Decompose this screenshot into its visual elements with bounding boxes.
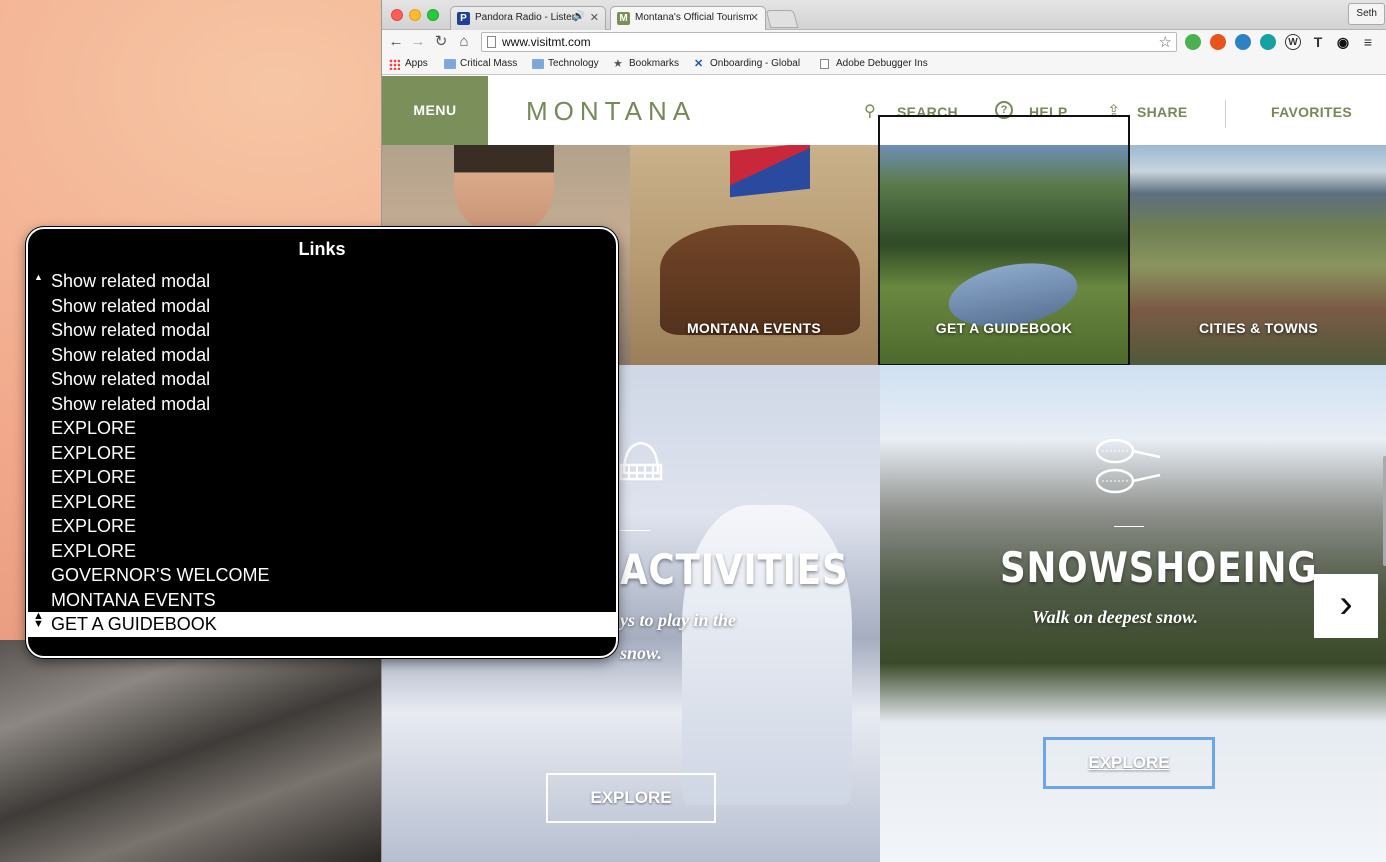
tile-get-a-guidebook[interactable]: GET A GUIDEBOOK <box>878 145 1130 365</box>
window-close-button[interactable] <box>391 9 403 21</box>
winter-subtitle-line1: ys to play in the <box>620 610 736 630</box>
rotor-link-item[interactable]: Show related modal <box>28 367 616 392</box>
tab-pandora[interactable]: P Pandora Radio - Listen 🔊 ✕ <box>450 6 606 30</box>
extension-globe-icon[interactable] <box>1235 34 1251 50</box>
folder-icon <box>444 59 456 69</box>
tab-close-icon[interactable]: ✕ <box>590 11 599 24</box>
pandora-favicon-icon: P <box>457 12 470 25</box>
rotor-link-item[interactable]: EXPLORE <box>28 514 616 539</box>
tile-label: MONTANA EVENTS <box>686 320 822 336</box>
share-icon: ⇪ <box>1107 103 1121 120</box>
tab-title: Pandora Radio - Listen <box>475 12 578 23</box>
forward-arrow-icon[interactable]: → <box>409 33 427 51</box>
apps-grid-icon <box>389 59 400 70</box>
menu-button[interactable]: MENU <box>382 76 488 145</box>
montana-logo[interactable]: MONTANA <box>526 96 696 127</box>
help-link[interactable]: HELP <box>1029 104 1068 120</box>
next-slide-button[interactable]: › <box>1314 574 1378 638</box>
extension-evernote-icon[interactable] <box>1185 34 1201 50</box>
rotor-link-item[interactable]: Show related modal <box>28 269 616 294</box>
page-icon <box>820 59 829 69</box>
rotor-link-item-selected[interactable]: GET A GUIDEBOOK <box>28 612 616 637</box>
page-icon <box>487 36 496 48</box>
panel-snowshoeing: SNOWSHOEING Walk on deepest snow. EXPLOR… <box>880 365 1386 862</box>
tab-title: Montana's Official Tourism <box>635 12 752 23</box>
montana-favicon-icon: M <box>617 12 630 25</box>
rotor-link-item[interactable]: GOVERNOR'S WELCOME <box>28 563 616 588</box>
snowshoe-subtitle: Walk on deepest snow. <box>1032 607 1199 627</box>
browser-toolbar: ← → ↻ ⌂ www.visitmt.com ☆ W T ◉ ≡ <box>382 30 1386 55</box>
tile-label: GET A GUIDEBOOK <box>935 320 1073 336</box>
star-icon: ★ <box>613 58 623 70</box>
snowshoe-title: SNOWSHOEING <box>1000 543 1318 592</box>
rotor-link-item[interactable]: Show related modal <box>28 392 616 417</box>
bookmark-adobe-debugger[interactable]: Adobe Debugger Ins <box>820 58 928 69</box>
bookmark-star-icon[interactable]: ☆ <box>1159 33 1172 51</box>
extension-type-icon[interactable]: T <box>1310 34 1326 50</box>
chrome-menu-icon[interactable]: ≡ <box>1360 34 1376 50</box>
extension-chrome-icon[interactable] <box>1210 34 1226 50</box>
title-rule <box>620 530 650 531</box>
new-tab-button[interactable] <box>765 10 799 28</box>
wallpaper-rocks <box>0 640 382 862</box>
extension-eye-icon[interactable]: ◉ <box>1335 34 1351 50</box>
x-logo-icon: ✕ <box>694 58 704 70</box>
url-text: www.visitmt.com <box>502 35 591 49</box>
winter-hat-icon <box>619 441 663 481</box>
winter-explore-button[interactable]: EXPLORE <box>546 773 716 823</box>
rotor-link-item[interactable]: Show related modal <box>28 294 616 319</box>
bookmark-technology[interactable]: Technology <box>532 58 599 69</box>
tab-strip: P Pandora Radio - Listen 🔊 ✕ M Montana's… <box>382 0 1386 30</box>
profile-button[interactable]: Seth <box>1348 3 1385 25</box>
rotor-link-item[interactable]: EXPLORE <box>28 441 616 466</box>
help-icon: ? <box>995 101 1013 119</box>
reload-icon[interactable]: ↻ <box>432 33 450 51</box>
rotor-link-item[interactable]: EXPLORE <box>28 539 616 564</box>
voiceover-links-rotor: Links ▲ Show related modal Show related … <box>26 227 618 658</box>
winter-title: ACTIVITIES <box>620 545 849 594</box>
rotor-link-item[interactable]: Show related modal <box>28 343 616 368</box>
rotor-title: Links <box>298 239 346 259</box>
search-icon: ⚲ <box>864 103 876 120</box>
folder-icon <box>532 59 544 69</box>
flag-image <box>730 145 810 198</box>
bookmark-bookmarks[interactable]: ★ Bookmarks <box>613 58 679 70</box>
snowshoe-explore-button[interactable]: EXPLORE <box>1044 738 1214 788</box>
rotor-link-item[interactable]: EXPLORE <box>28 416 616 441</box>
rotor-link-item[interactable]: Show related modal <box>28 318 616 343</box>
header-divider <box>1225 100 1226 128</box>
rotor-link-item[interactable]: MONTANA EVENTS <box>28 588 616 613</box>
window-minimize-button[interactable] <box>409 9 421 21</box>
horse-riders-image <box>660 225 860 335</box>
back-arrow-icon[interactable]: ← <box>387 33 405 51</box>
tab-montana[interactable]: M Montana's Official Tourism ✕ <box>610 6 766 30</box>
rotor-link-item[interactable]: EXPLORE <box>28 465 616 490</box>
rotor-link-item[interactable]: EXPLORE <box>28 490 616 515</box>
address-bar[interactable]: www.visitmt.com ☆ <box>481 32 1177 52</box>
tab-close-icon[interactable]: ✕ <box>750 11 759 24</box>
snowshoe-icon <box>1095 438 1161 494</box>
share-link[interactable]: SHARE <box>1137 104 1188 120</box>
home-icon[interactable]: ⌂ <box>455 33 473 51</box>
audio-playing-icon: 🔊 <box>572 11 585 22</box>
favorites-link[interactable]: FAVORITES <box>1271 104 1352 120</box>
winter-subtitle-line2: snow. <box>620 643 662 663</box>
tile-montana-events[interactable]: MONTANA EVENTS <box>630 145 878 365</box>
search-link[interactable]: SEARCH <box>897 104 958 120</box>
site-header: MENU MONTANA ⚲ SEARCH ? HELP ⇪ SHARE FAV… <box>382 76 1386 145</box>
bookmarks-bar: Apps Critical Mass Technology ★ Bookmarks… <box>382 55 1386 75</box>
title-rule <box>1114 526 1144 527</box>
tile-cities-towns[interactable]: CITIES & TOWNS <box>1130 145 1386 365</box>
rotor-link-list: Show related modal Show related modal Sh… <box>28 269 616 637</box>
extension-wappalyzer-icon[interactable]: W <box>1285 34 1301 50</box>
bookmark-apps[interactable]: Apps <box>389 58 428 70</box>
bookmark-critical-mass[interactable]: Critical Mass <box>444 58 517 69</box>
up-down-arrows-icon: ▲ ▼ <box>33 610 44 630</box>
governor-photo <box>454 145 554 235</box>
tile-label: CITIES & TOWNS <box>1198 320 1319 336</box>
window-maximize-button[interactable] <box>427 9 439 21</box>
extension-lock-icon[interactable] <box>1260 34 1276 50</box>
bookmark-onboarding[interactable]: ✕ Onboarding - Global <box>694 58 800 70</box>
